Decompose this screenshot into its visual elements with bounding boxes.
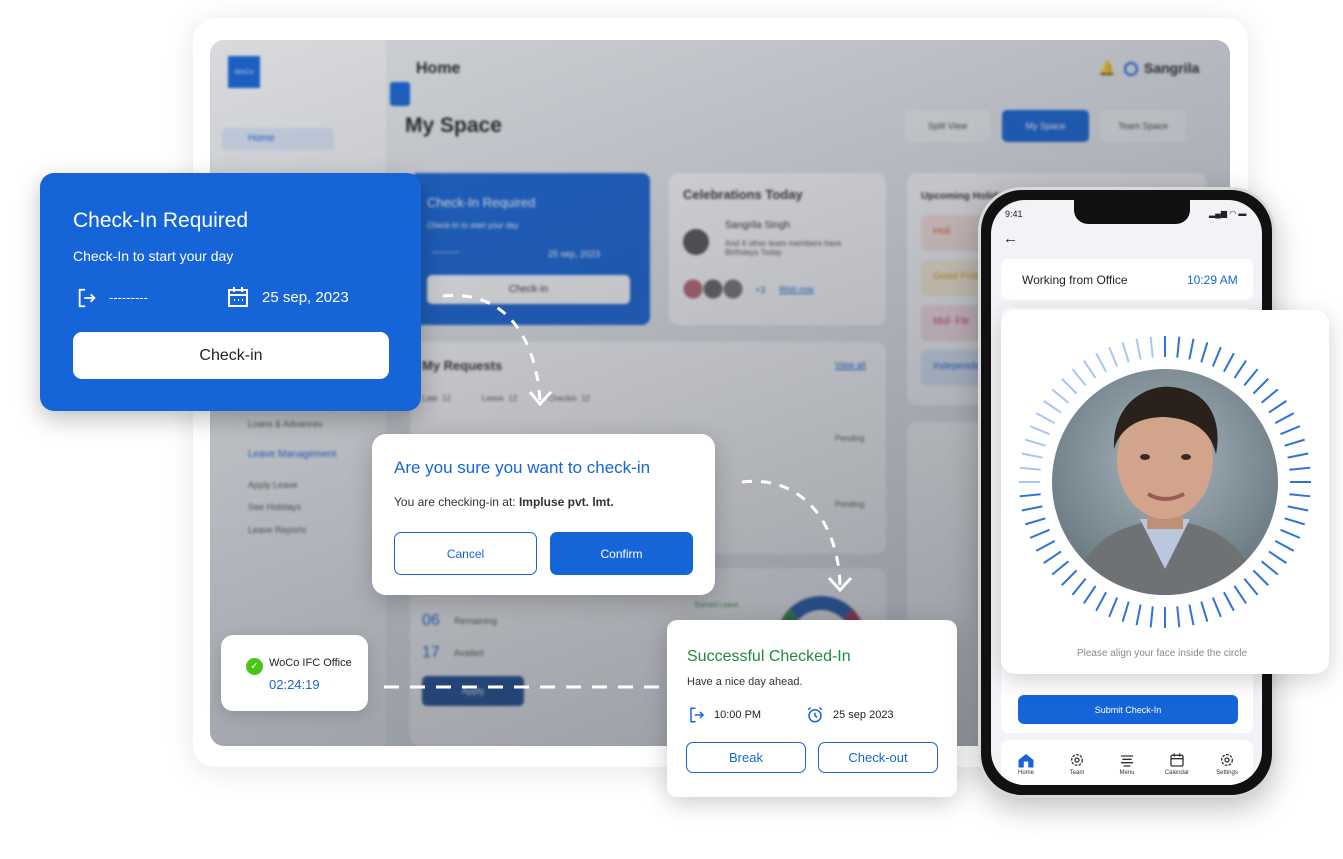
checkin-subtitle: Check-In to start your day [73, 248, 234, 264]
face-hint: Please align your face inside the circle [1076, 648, 1248, 659]
scan-tick [1211, 597, 1222, 618]
nav-menu[interactable]: Menu [1107, 752, 1147, 776]
nav-calendar[interactable]: Calendar [1157, 752, 1197, 776]
checkin-popup: Check-In Required Check-In to start your… [40, 173, 421, 411]
checkout-button[interactable]: Check-out [818, 742, 938, 773]
check-icon: ✓ [246, 658, 263, 675]
dialog-message: You are checking-in at: Impluse pvt. lmt… [394, 495, 614, 509]
scan-tick [1280, 528, 1301, 539]
office-name: WoCo IFC Office [269, 657, 352, 669]
office-badge: ✓ WoCo IFC Office 02:24:19 [221, 635, 368, 711]
scan-tick [1274, 540, 1295, 552]
clock: 10:29 AM [1187, 273, 1238, 287]
scan-tick [1135, 338, 1142, 360]
success-subtitle: Have a nice day ahead. [687, 676, 803, 688]
nav-settings[interactable]: Settings [1207, 752, 1247, 776]
scan-tick [1287, 452, 1309, 459]
scan-tick [1289, 466, 1311, 471]
checkin-button[interactable]: Check-in [73, 332, 389, 379]
checkin-time: --------- [109, 290, 148, 305]
scan-tick [1280, 425, 1301, 436]
scan-tick [1223, 591, 1235, 612]
scan-tick [1029, 425, 1050, 436]
login-icon [690, 707, 705, 723]
status-time: 9:41 [1005, 209, 1023, 219]
scan-tick [1176, 606, 1181, 628]
confirm-button[interactable]: Confirm [550, 532, 693, 575]
scan-tick [1029, 528, 1050, 539]
scan-tick [1019, 493, 1041, 498]
scan-tick [1274, 412, 1295, 424]
success-card: Successful Checked-In Have a nice day ah… [667, 620, 957, 797]
scan-tick [1289, 493, 1311, 498]
scan-tick [1021, 452, 1043, 459]
status-icons: ▂▄▆ ◠ ▬ [1209, 209, 1247, 218]
scan-tick [1108, 346, 1119, 367]
scan-tick [1024, 438, 1046, 447]
scan-tick [1200, 341, 1209, 363]
nav-team[interactable]: Team [1057, 752, 1097, 776]
back-arrow-icon[interactable]: ← [1003, 230, 1018, 247]
office-timer: 02:24:19 [269, 677, 320, 692]
login-icon [78, 288, 96, 308]
submit-checkin-button[interactable]: Submit Check-In [1018, 695, 1238, 724]
checkin-date: 25 sep, 2023 [262, 289, 349, 306]
scan-tick [1188, 604, 1195, 626]
success-title: Successful Checked-In [687, 648, 851, 665]
scan-tick [1024, 517, 1046, 526]
success-date: 25 sep 2023 [833, 709, 894, 721]
alarm-clock-icon [807, 706, 823, 723]
scan-tick [1211, 346, 1222, 367]
scan-tick [1095, 591, 1107, 612]
scan-tick [1188, 338, 1195, 360]
scan-tick [1149, 336, 1154, 358]
scan-tick [1019, 466, 1041, 471]
nav-home[interactable]: Home [1006, 752, 1046, 776]
face-photo [1052, 369, 1278, 595]
scan-tick [1284, 517, 1306, 526]
phone-notch [1074, 200, 1190, 224]
calendar-icon [228, 287, 248, 307]
scan-tick [1121, 601, 1130, 623]
scan-tick [1121, 341, 1130, 363]
bottom-nav: Home Team Menu Calendar Settings [1001, 740, 1253, 785]
scan-tick [1284, 438, 1306, 447]
scan-tick [1176, 336, 1181, 358]
checkin-title: Check-In Required [73, 209, 249, 232]
success-time: 10:00 PM [714, 709, 762, 721]
cancel-button[interactable]: Cancel [394, 532, 537, 575]
scan-tick [1149, 606, 1154, 628]
scan-tick [1287, 505, 1309, 512]
work-mode-bar: Working from Office 10:29 AM [1001, 259, 1253, 300]
scan-tick [1108, 597, 1119, 618]
work-mode: Working from Office [1022, 273, 1128, 287]
scan-tick [1021, 505, 1043, 512]
scan-tick [1200, 601, 1209, 623]
break-button[interactable]: Break [686, 742, 806, 773]
face-scan-card: Please align your face inside the circle [1001, 310, 1329, 674]
scan-tick [1135, 604, 1142, 626]
dialog-title: Are you sure you want to check-in [394, 458, 651, 477]
confirm-dialog: Are you sure you want to check-in You ar… [372, 434, 715, 595]
